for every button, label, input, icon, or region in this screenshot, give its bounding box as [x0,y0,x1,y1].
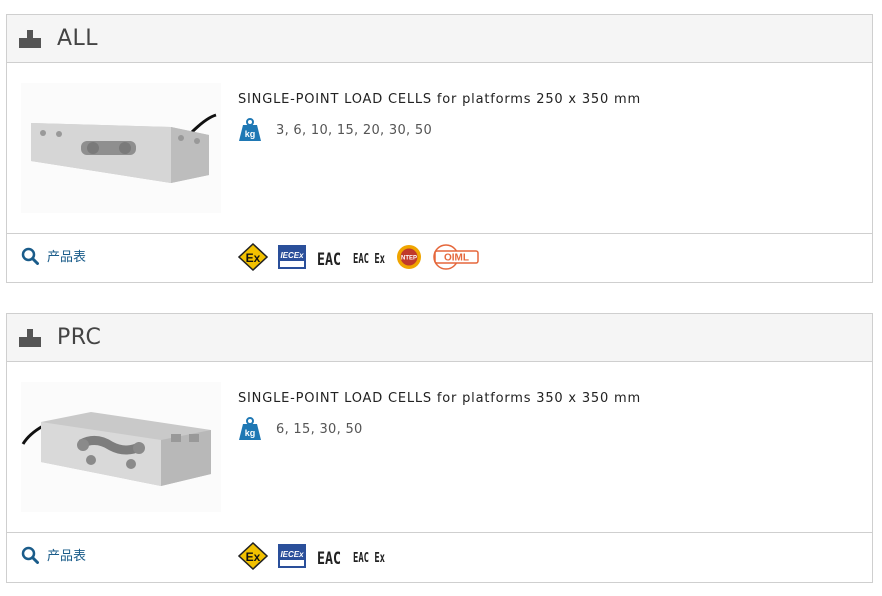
iecex-label: IECEx [280,251,304,260]
scale-icon [19,328,41,347]
kg-icon-label: kg [245,428,256,438]
atex-label: Ex [246,251,261,265]
product-body: SINGLE-POINT LOAD CELLS for platforms 25… [7,63,872,234]
datasheet-label[interactable]: 产品表 [47,545,86,564]
product-title[interactable]: PRC [57,325,101,350]
eac-ex-label: EAC Ex [353,551,385,566]
eac-label: EAC [317,250,341,270]
product-card: ALL SINGLE-POINT LOAD CELLS for platform… [6,14,873,283]
oiml-label: OIML [444,253,469,264]
product-card: PRC SINGLE-POINT LOAD CELLS for platform… [6,313,873,583]
iecex-cert-icon: IECEx [278,544,306,568]
eac-cert-icon: EAC [316,543,342,569]
eac-cert-icon: EAC [316,244,342,270]
ntep-cert-icon: NTEP [396,244,422,270]
product-footer: 产品表 Ex IECEx EAC [7,234,872,281]
product-description: SINGLE-POINT LOAD CELLS for platforms 25… [238,92,641,107]
atex-cert-icon: Ex [238,542,268,570]
load-cell-image[interactable] [21,382,221,512]
capacity-values: 3, 6, 10, 15, 20, 30, 50 [276,122,433,138]
atex-cert-icon: Ex [238,243,268,271]
datasheet-link[interactable]: 产品表 [21,545,86,564]
product-header[interactable]: PRC [7,314,872,362]
eac-ex-label: EAC Ex [353,252,385,267]
search-icon [21,546,39,564]
capacity-values: 6, 15, 30, 50 [276,421,363,437]
kg-icon-label: kg [245,129,256,139]
iecex-label: IECEx [280,550,304,559]
load-cell-image[interactable] [21,83,221,213]
datasheet-link[interactable]: 产品表 [21,246,86,265]
product-description: SINGLE-POINT LOAD CELLS for platforms 35… [238,391,641,406]
product-title[interactable]: ALL [57,26,98,51]
ntep-label: NTEP [401,256,417,262]
product-header[interactable]: ALL [7,15,872,63]
scale-icon [19,29,41,48]
product-footer: 产品表 Ex IECEx EAC [7,533,872,580]
product-body: SINGLE-POINT LOAD CELLS for platforms 35… [7,362,872,533]
eac-ex-cert-icon: EAC Ex [352,245,386,269]
eac-label: EAC [317,549,341,569]
certification-list: Ex IECEx EAC EAC Ex [238,243,490,271]
iecex-cert-icon: IECEx [278,245,306,269]
certification-list: Ex IECEx EAC EAC Ex [238,542,396,570]
search-icon [21,247,39,265]
oiml-cert-icon: OIML [432,244,480,270]
eac-ex-cert-icon: EAC Ex [352,544,386,568]
datasheet-label[interactable]: 产品表 [47,246,86,265]
atex-label: Ex [246,550,261,564]
kg-weight-icon: kg [239,118,261,141]
kg-weight-icon: kg [239,417,261,440]
